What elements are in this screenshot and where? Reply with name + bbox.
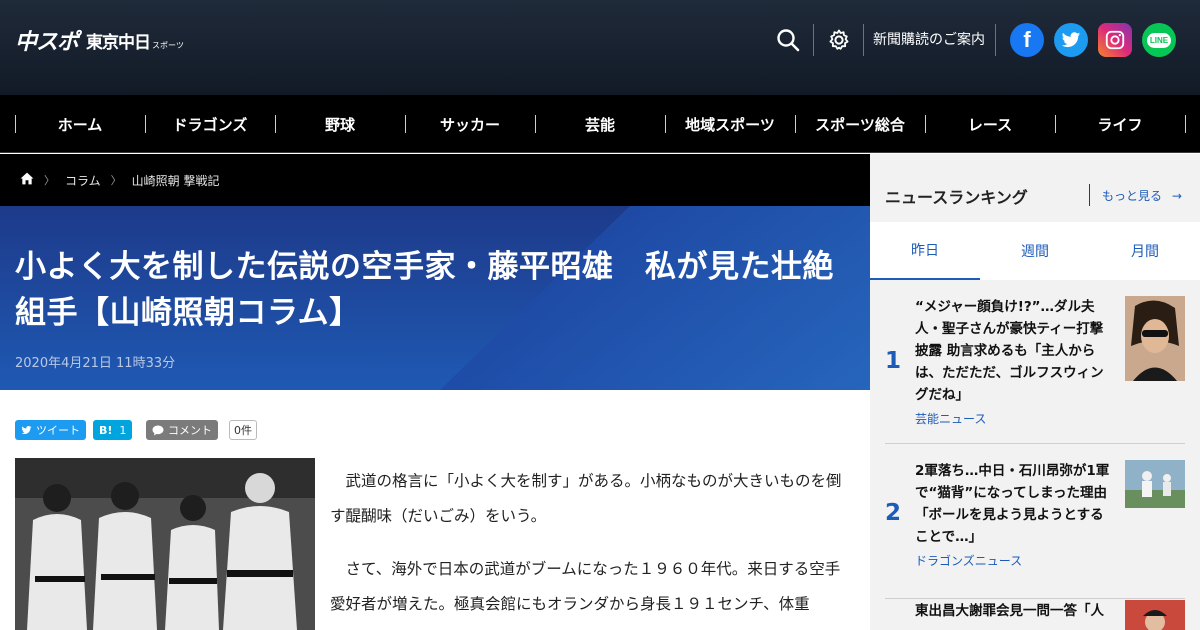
comment-label: コメント bbox=[168, 424, 212, 437]
header-separator bbox=[863, 24, 864, 56]
nav-item-life[interactable]: ライフ bbox=[1055, 95, 1185, 153]
nav-item-entertainment[interactable]: 芸能 bbox=[535, 95, 665, 153]
ranking-divider bbox=[885, 598, 1185, 599]
ranking-thumbnail bbox=[1125, 296, 1185, 381]
nav-item-race[interactable]: レース bbox=[925, 95, 1055, 153]
nav-item-baseball[interactable]: 野球 bbox=[275, 95, 405, 153]
article-date: 2020年4月21日 11時33分 bbox=[15, 356, 176, 371]
logo-mini-text: スポーツ bbox=[152, 40, 184, 50]
news-ranking-sidebar: ニュースランキング もっと見る → 昨日 週間 月間 1 “メジャー顔負け!?”… bbox=[870, 154, 1200, 630]
home-icon[interactable] bbox=[20, 172, 34, 188]
logo-sub-text: 東京中日 bbox=[86, 32, 151, 53]
comment-icon bbox=[152, 425, 164, 435]
logo-main-text: 中スポ bbox=[15, 30, 79, 55]
site-logo[interactable]: 中スポ 東京中日 スポーツ bbox=[15, 26, 184, 55]
ranking-item-category: ドラゴンズニュース bbox=[915, 554, 1023, 568]
ranking-thumbnail bbox=[1125, 460, 1185, 508]
breadcrumb: 〉 コラム 〉 山崎照朝 撃戦記 bbox=[0, 154, 870, 206]
tab-yesterday[interactable]: 昨日 bbox=[870, 222, 980, 280]
tab-monthly[interactable]: 月間 bbox=[1090, 222, 1200, 280]
header-separator bbox=[813, 24, 814, 56]
ranking-item[interactable]: 2 2軍落ち…中日・石川昂弥が1軍で“猫背”になってしまった理由「ボールを見よう… bbox=[885, 460, 1185, 590]
ranking-thumbnail bbox=[1125, 600, 1185, 630]
nav-item-local-sports[interactable]: 地域スポーツ bbox=[665, 95, 795, 153]
ranking-number: 1 bbox=[885, 348, 902, 374]
comment-button[interactable]: コメント bbox=[146, 420, 218, 440]
ranking-item-title: 東出昌大謝罪会見一問一答「人 bbox=[915, 603, 1104, 619]
tweet-label: ツイート bbox=[36, 424, 80, 437]
nav-divider bbox=[1185, 115, 1186, 133]
tweet-button[interactable]: ツイート bbox=[15, 420, 86, 440]
ranking-title: ニュースランキング bbox=[885, 188, 1028, 207]
chevron-right-icon: 〉 bbox=[110, 174, 122, 187]
chevron-right-icon: 〉 bbox=[44, 174, 55, 187]
search-icon[interactable] bbox=[772, 24, 804, 56]
more-link-label: もっと見る bbox=[1102, 189, 1163, 203]
subscribe-link[interactable]: 新聞購読のご案内 bbox=[873, 29, 985, 49]
article-photo[interactable] bbox=[15, 458, 315, 630]
ranking-item[interactable]: 1 “メジャー顔負け!?”…ダル夫人・聖子さんが豪快ティー打撃披露 助言求めるも… bbox=[885, 294, 1185, 444]
arrow-right-icon: → bbox=[1171, 189, 1182, 203]
facebook-icon[interactable]: f bbox=[1010, 23, 1044, 57]
article-paragraph: 武道の格言に「小よく大を制す」がある。小柄なものが大きいものを倒す醍醐味（だいご… bbox=[330, 472, 842, 525]
ranking-item-title: 2軍落ち…中日・石川昂弥が1軍で“猫背”になってしまった理由「ボールを見よう見よ… bbox=[915, 463, 1110, 545]
ranking-item-category: 芸能ニュース bbox=[915, 412, 987, 426]
hatena-count: 1 bbox=[119, 423, 127, 437]
article-paragraph: さて、海外で日本の武道がブームになった１９６０年代。来日する空手愛好者が増えた。… bbox=[330, 560, 841, 613]
ranking-tabs: 昨日 週間 月間 bbox=[870, 222, 1200, 280]
nav-item-home[interactable]: ホーム bbox=[15, 95, 145, 153]
hatena-mark: B! bbox=[99, 423, 113, 437]
instagram-icon[interactable] bbox=[1098, 23, 1132, 57]
article-body: 武道の格言に「小よく大を制す」がある。小柄なものが大きいものを倒す醍醐味（だいご… bbox=[330, 464, 845, 630]
nav-item-sports-general[interactable]: スポーツ総合 bbox=[795, 95, 925, 153]
nav-item-soccer[interactable]: サッカー bbox=[405, 95, 535, 153]
article-title: 小よく大を制した伝説の空手家・藤平昭雄 私が見た壮絶組手【山崎照朝コラム】 bbox=[15, 249, 834, 331]
breadcrumb-item[interactable]: コラム bbox=[65, 172, 101, 189]
main-nav: ホーム ドラゴンズ 野球 サッカー 芸能 地域スポーツ スポーツ総合 レース ラ… bbox=[0, 95, 1200, 153]
tab-weekly[interactable]: 週間 bbox=[980, 222, 1090, 280]
gear-icon[interactable] bbox=[823, 24, 855, 56]
breadcrumb-item[interactable]: 山崎照朝 撃戦記 bbox=[132, 172, 220, 189]
line-icon[interactable]: LINE bbox=[1142, 23, 1176, 57]
more-separator bbox=[1089, 184, 1090, 206]
ranking-item-title: “メジャー顔負け!?”…ダル夫人・聖子さんが豪快ティー打撃披露 助言求めるも「主… bbox=[915, 299, 1104, 403]
article-hero: 小よく大を制した伝説の空手家・藤平昭雄 私が見た壮絶組手【山崎照朝コラム】 20… bbox=[0, 206, 870, 390]
ranking-item[interactable]: 東出昌大謝罪会見一問一答「人 bbox=[885, 600, 1185, 630]
header-separator bbox=[995, 24, 996, 56]
twitter-icon[interactable] bbox=[1054, 23, 1088, 57]
ranking-divider bbox=[885, 443, 1185, 444]
site-header: 中スポ 東京中日 スポーツ 新聞購読のご案内 f LINE bbox=[0, 0, 1200, 95]
twitter-icon bbox=[21, 425, 32, 434]
ranking-number: 2 bbox=[885, 500, 902, 526]
nav-item-dragons[interactable]: ドラゴンズ bbox=[145, 95, 275, 153]
comment-count: 0件 bbox=[229, 420, 257, 440]
hatena-bookmark-button[interactable]: B! 1 bbox=[93, 420, 133, 440]
more-link[interactable]: もっと見る → bbox=[1102, 187, 1182, 204]
